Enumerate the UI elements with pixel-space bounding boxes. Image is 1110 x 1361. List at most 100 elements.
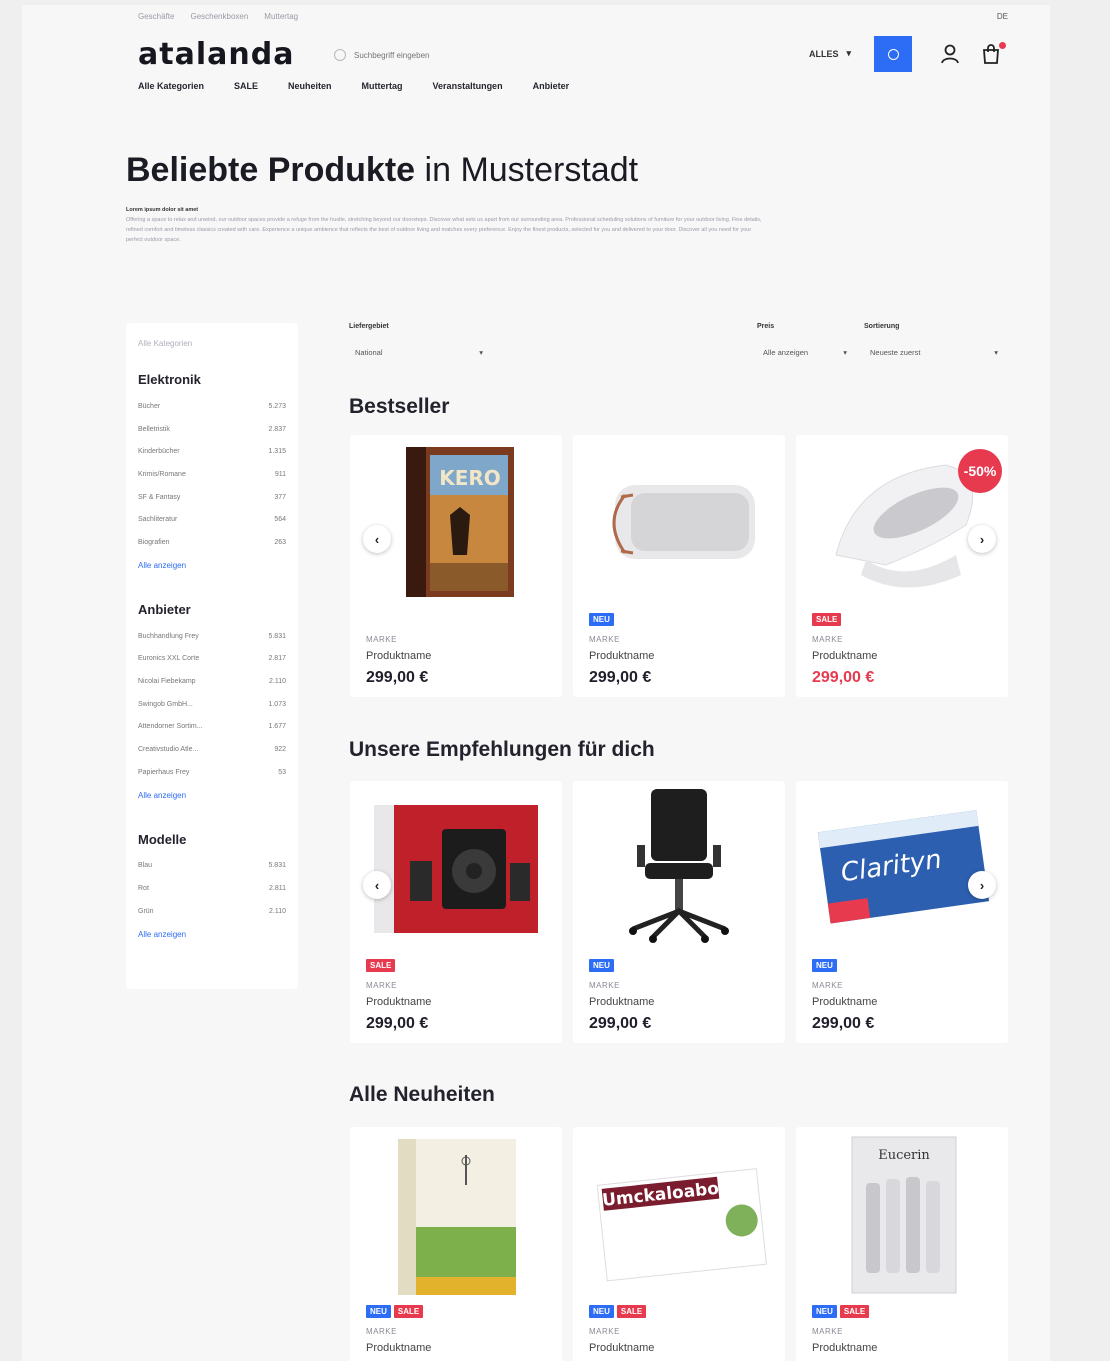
sidebar-item-label: Papierhaus Frey: [138, 768, 190, 776]
product-name[interactable]: Produktname: [366, 996, 431, 1008]
sidebar-filter-item[interactable]: Biografien 263: [138, 531, 286, 554]
util-link-mothersday[interactable]: Muttertag: [264, 12, 298, 21]
search-button[interactable]: [874, 36, 912, 72]
sidebar-item-label: Creativstudio Atle...: [138, 746, 199, 754]
product-card[interactable]: KERO MARKE Produktname 299,00 €: [350, 435, 562, 697]
sidebar-filter-item[interactable]: Sachliteratur 564: [138, 508, 286, 531]
sidebar-filter-item[interactable]: Creativstudio Atle... 922: [138, 738, 286, 761]
sidebar-item-count: 2.811: [269, 885, 286, 893]
sidebar-filter-item[interactable]: Swingob GmbH... 1.073: [138, 693, 286, 716]
product-name[interactable]: Produktname: [812, 996, 877, 1008]
new-badge: NEU: [812, 959, 837, 972]
product-name[interactable]: Produktname: [589, 650, 654, 662]
sidebar-filter-item[interactable]: Bücher 5.273: [138, 395, 286, 418]
sidebar-item-count: 377: [274, 493, 286, 501]
sidebar-filter-item[interactable]: Buchhandlung Frey 5.831: [138, 625, 286, 648]
product-image[interactable]: Eucerin: [796, 1127, 1008, 1297]
sort-filter-value: Neueste zuerst: [870, 347, 921, 357]
show-all-link[interactable]: Alle anzeigen: [138, 784, 286, 808]
product-image[interactable]: KERO: [350, 435, 562, 605]
sidebar-item-count: 5.831: [268, 632, 286, 640]
carousel-prev-button[interactable]: ‹: [363, 525, 391, 553]
sidebar-filter-item[interactable]: SF & Fantasy 377: [138, 486, 286, 509]
search-input[interactable]: [354, 50, 654, 60]
nav-vendors[interactable]: Anbieter: [533, 81, 570, 91]
sidebar-item-label: Blau: [138, 862, 153, 870]
new-badge: NEU: [366, 1305, 391, 1318]
price-filter-value: Alle anzeigen: [763, 347, 809, 357]
sidebar-filter-item[interactable]: Papierhaus Frey 53: [138, 761, 286, 784]
product-card[interactable]: Umckaloabo NEU SALE MARKE Produktname: [573, 1127, 785, 1361]
product-image[interactable]: Umckaloabo: [573, 1127, 785, 1297]
price-filter-select[interactable]: Alle anzeigen ▾: [757, 341, 853, 363]
show-all-link[interactable]: Alle anzeigen: [138, 923, 286, 947]
product-card[interactable]: NEU MARKE Produktname 299,00 €: [573, 435, 785, 697]
product-name[interactable]: Produktname: [366, 650, 431, 662]
product-brand: MARKE: [366, 1327, 397, 1336]
carousel-next-button[interactable]: ›: [968, 871, 996, 899]
nav-all-categories[interactable]: Alle Kategorien: [138, 81, 204, 91]
sidebar-filter-item[interactable]: Rot 2.811: [138, 877, 286, 900]
sidebar-filter-item[interactable]: Nicolai Fiebekamp 2.110: [138, 670, 286, 693]
sidebar-item-count: 2.837: [268, 425, 286, 433]
show-all-link[interactable]: Alle anzeigen: [138, 554, 286, 578]
carousel-prev-button[interactable]: ‹: [363, 871, 391, 899]
nav-events[interactable]: Veranstaltungen: [433, 81, 503, 91]
new-badge: NEU: [589, 613, 614, 626]
delivery-filter-select[interactable]: National ▾: [349, 341, 489, 363]
search-icon: [887, 48, 899, 60]
util-link-shops[interactable]: Geschäfte: [138, 12, 174, 21]
sidebar-item-count: 5.831: [268, 862, 286, 870]
sidebar-filter-item[interactable]: Belletristik 2.837: [138, 418, 286, 441]
sidebar-item-count: 911: [274, 470, 286, 478]
product-image[interactable]: [350, 781, 562, 951]
product-card[interactable]: NEU MARKE Produktname 299,00 €: [573, 781, 785, 1043]
chevron-down-icon: ▾: [479, 347, 483, 357]
util-link-giftboxes[interactable]: Geschenkboxen: [190, 12, 248, 21]
product-image[interactable]: Clarityn: [796, 781, 1008, 951]
product-image[interactable]: [573, 781, 785, 951]
sale-badge: SALE: [366, 959, 396, 972]
product-card[interactable]: -50% SALE MARKE Produktname 299,00 €: [796, 435, 1008, 697]
product-name[interactable]: Produktname: [812, 650, 877, 662]
product-card[interactable]: Clarityn NEU MARKE Produktname 299,00 €: [796, 781, 1008, 1043]
carousel-next-button[interactable]: ›: [968, 525, 996, 553]
filter-sidebar: Alle Kategorien Elektronik Bücher 5.273 Bel…: [126, 323, 298, 989]
sort-filter-select[interactable]: Neueste zuerst ▾: [864, 341, 1004, 363]
product-card[interactable]: NEU SALE MARKE Produktname: [350, 1127, 562, 1361]
user-icon[interactable]: [939, 43, 961, 65]
sidebar-item-label: Nicolai Fiebekamp: [138, 678, 196, 686]
product-brand: MARKE: [366, 635, 397, 644]
product-badges: NEU SALE: [366, 1305, 424, 1318]
sale-badge: SALE: [839, 1305, 870, 1318]
product-badges: NEU: [589, 959, 614, 972]
sidebar-filter-item[interactable]: Kinderbücher 1.315: [138, 440, 286, 463]
product-name[interactable]: Produktname: [589, 1342, 654, 1354]
logo[interactable]: atalanda: [138, 37, 294, 72]
product-name[interactable]: Produktname: [589, 996, 654, 1008]
nav-sale[interactable]: SALE: [234, 81, 258, 91]
product-badges: NEU: [812, 959, 837, 972]
sidebar-filter-item[interactable]: Blau 5.831: [138, 855, 286, 878]
sidebar-filter-item[interactable]: Attendorner Sortim... 1.677: [138, 716, 286, 739]
product-price: 299,00 €: [589, 1015, 652, 1032]
sidebar-filter-item[interactable]: Krimis/Romane 911: [138, 463, 286, 486]
nav-news[interactable]: Neuheiten: [288, 81, 332, 91]
sidebar-item-label: Buchhandlung Frey: [138, 632, 199, 640]
nav-mothersday[interactable]: Muttertag: [362, 81, 403, 91]
sidebar-filter-item[interactable]: Grün 2.110: [138, 900, 286, 923]
price-filter-label: Preis: [757, 323, 775, 330]
category-search-input[interactable]: Alle Kategorien: [138, 333, 286, 366]
product-image[interactable]: [350, 1127, 562, 1297]
search-scope-select[interactable]: ALLES ▾: [809, 48, 851, 59]
product-name[interactable]: Produktname: [812, 1342, 877, 1354]
sidebar-item-count: 922: [274, 746, 286, 754]
sidebar-item-label: Attendorner Sortim...: [138, 723, 203, 731]
sidebar-group-title: Elektronik: [138, 372, 201, 387]
language-switch[interactable]: DE: [997, 12, 1008, 21]
product-image[interactable]: [573, 435, 785, 605]
product-card[interactable]: SALE MARKE Produktname 299,00 €: [350, 781, 562, 1043]
sidebar-filter-item[interactable]: Euronics XXL Corte 2.817: [138, 648, 286, 671]
product-name[interactable]: Produktname: [366, 1342, 431, 1354]
product-card[interactable]: Eucerin NEU SALE MARKE Produktname: [796, 1127, 1008, 1361]
